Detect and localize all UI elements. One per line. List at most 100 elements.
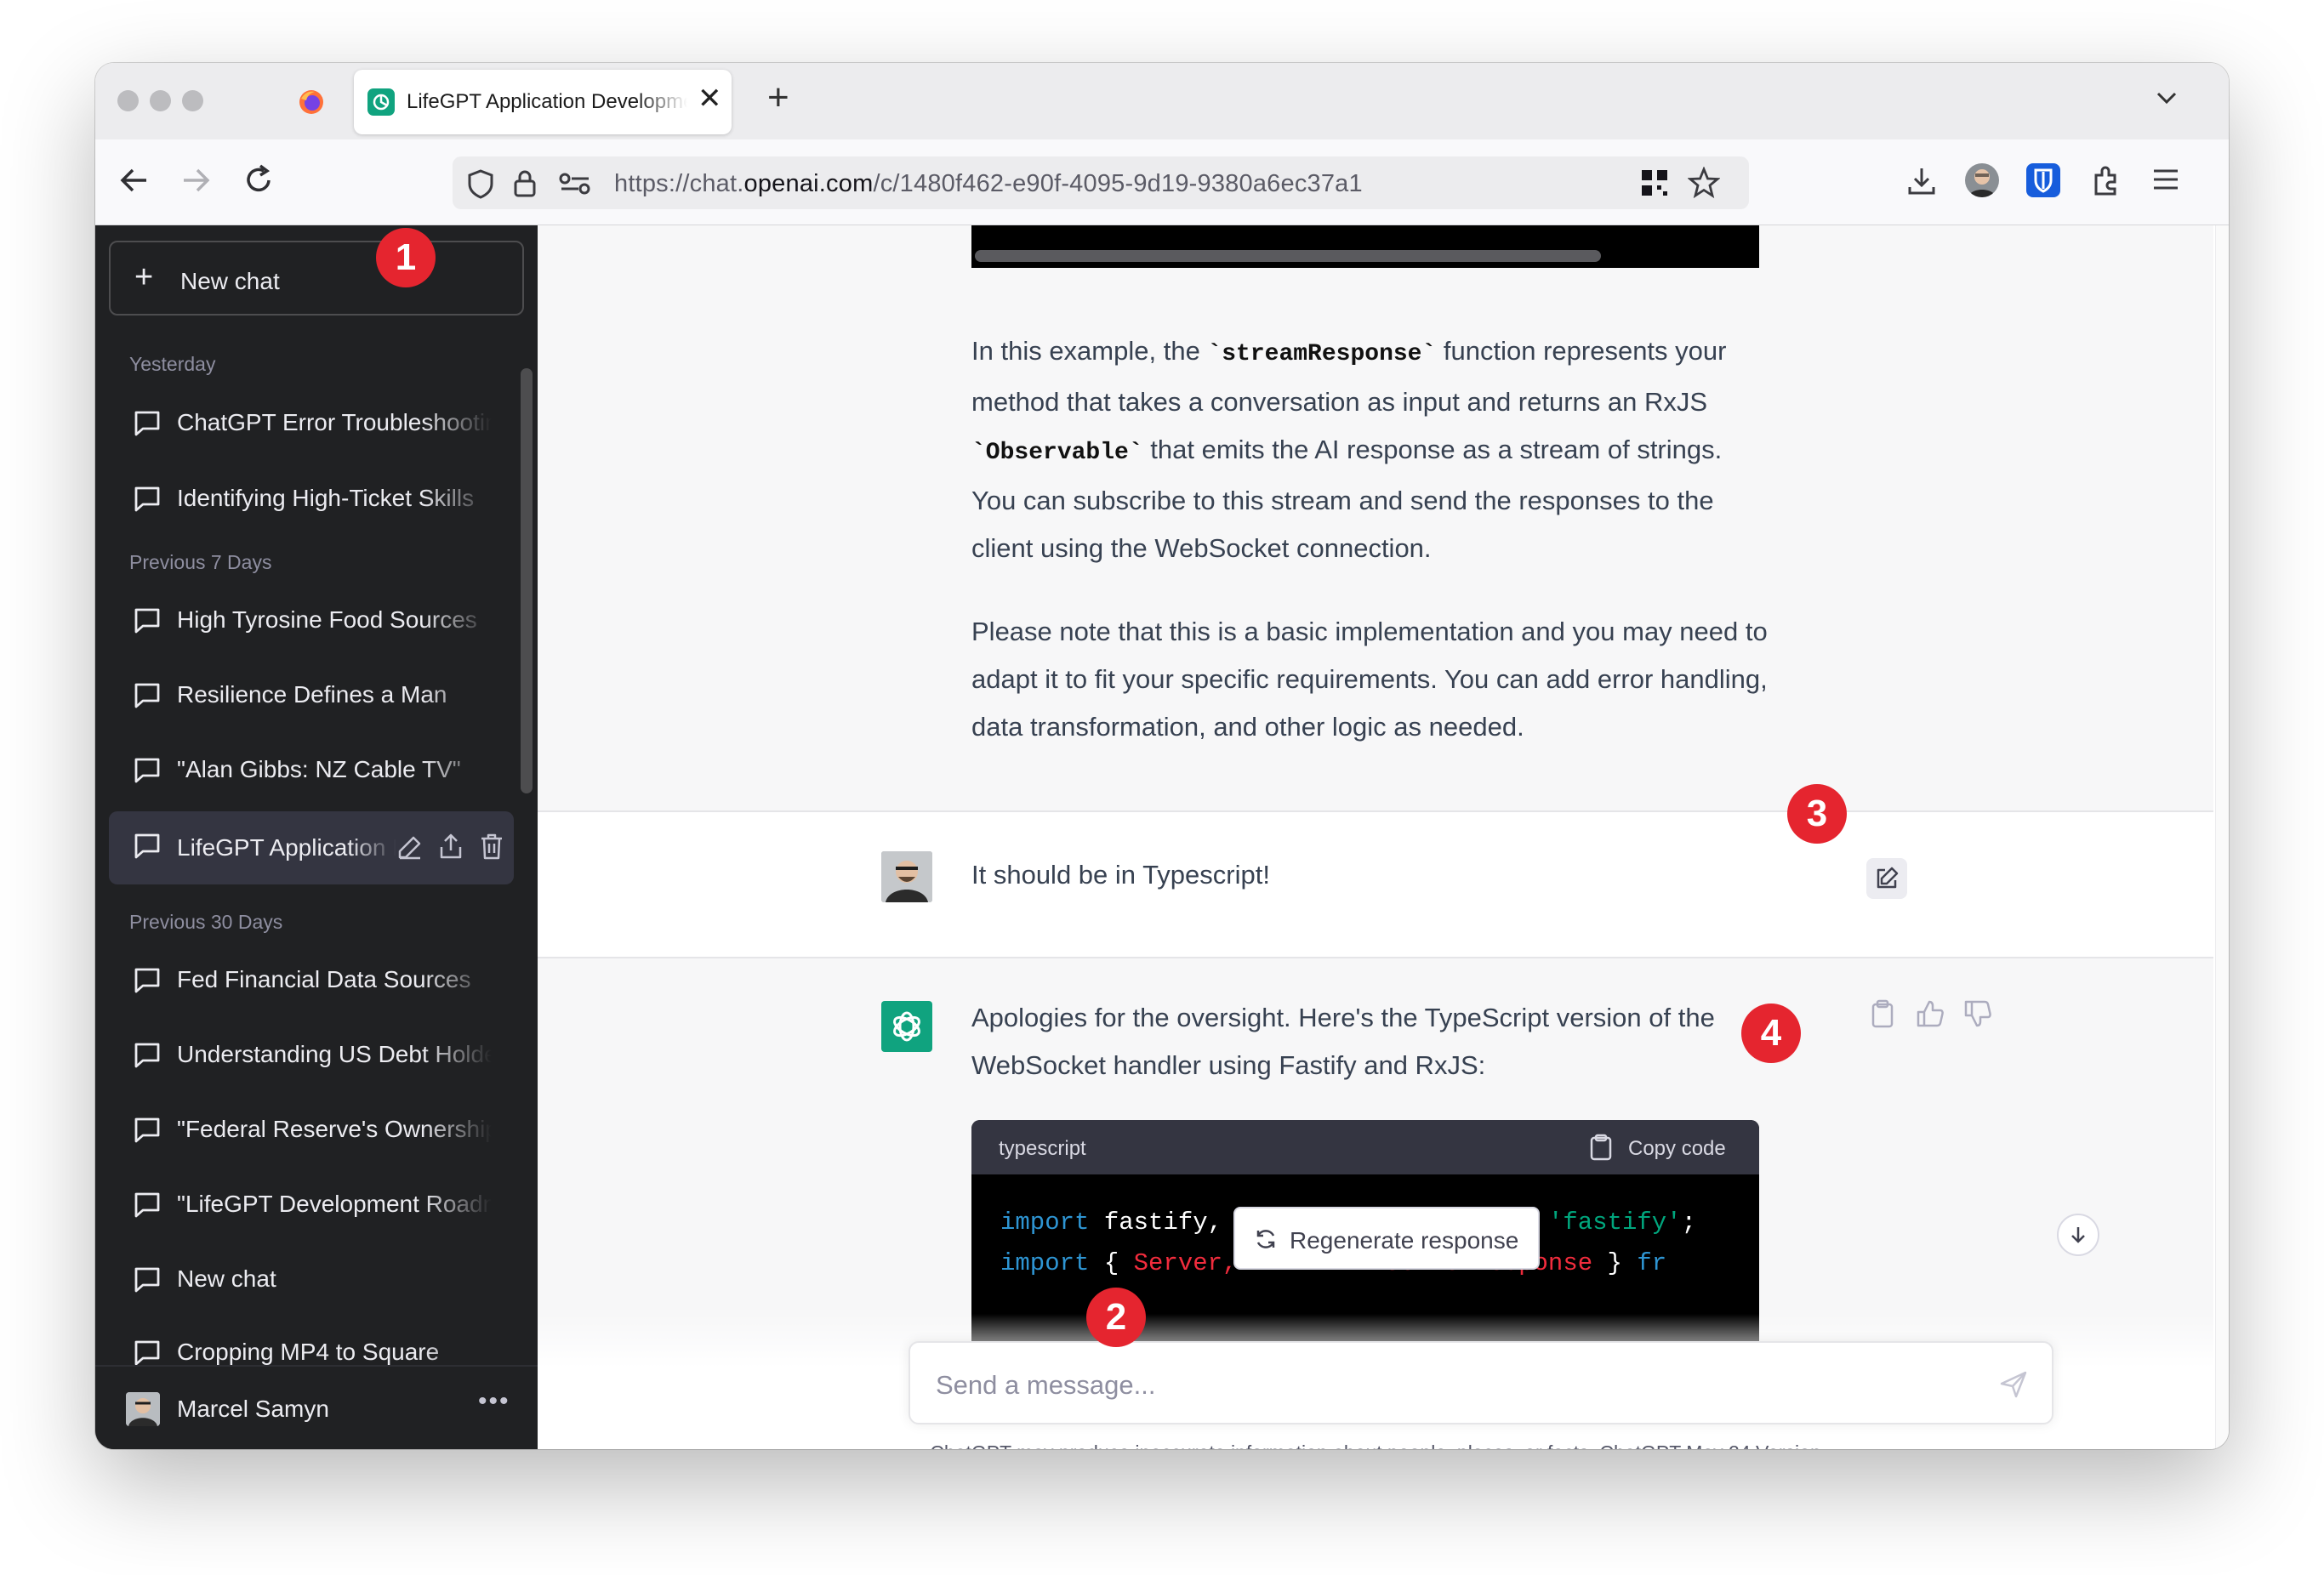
sidebar-chat-label: New chat bbox=[177, 1265, 276, 1292]
content-scrollbar-track[interactable] bbox=[2215, 225, 2229, 1449]
sidebar-chat-item[interactable]: New chat bbox=[109, 1245, 514, 1313]
user-name: Marcel Samyn bbox=[177, 1396, 329, 1422]
sidebar-chat-label: Fed Financial Data Sources bbox=[177, 966, 471, 992]
copy-code-label: Copy code bbox=[1628, 1137, 1726, 1160]
assistant-paragraph-1: In this example, the `streamResponse` fu… bbox=[971, 336, 1727, 563]
sidebar-chat-item[interactable]: Fed Financial Data Sources bbox=[109, 946, 514, 1014]
sidebar-chat-item[interactable]: ChatGPT Error Troubleshooting bbox=[109, 389, 514, 457]
menu-hamburger-icon[interactable] bbox=[2150, 167, 2181, 196]
assistant-response-text: Apologies for the oversight. Here's the … bbox=[971, 1003, 1715, 1080]
arrow-down-icon bbox=[2071, 1227, 2085, 1243]
annotation-badge: 1 bbox=[376, 228, 436, 287]
tab-bar: LifeGPT Application Development ✕ + bbox=[95, 63, 2229, 139]
back-icon[interactable] bbox=[116, 162, 153, 203]
sidebar-chat-item[interactable]: Cropping MP4 to Square bbox=[109, 1318, 514, 1365]
message-input[interactable]: Send a message... bbox=[909, 1341, 2053, 1424]
new-tab-icon[interactable]: + bbox=[767, 77, 789, 119]
chat-bubble-icon bbox=[134, 968, 160, 993]
sidebar-chat-item[interactable]: High Tyrosine Food Sources bbox=[109, 586, 514, 654]
chat-bubble-icon bbox=[134, 486, 160, 512]
extensions-icon[interactable] bbox=[2089, 163, 2123, 202]
send-icon[interactable] bbox=[1999, 1370, 2028, 1399]
sidebar-scrollbar[interactable] bbox=[521, 368, 533, 793]
openai-logo-icon bbox=[881, 1001, 932, 1052]
edit-icon bbox=[1877, 867, 1899, 889]
permissions-icon[interactable] bbox=[558, 172, 592, 200]
sidebar-chat-item[interactable]: "LifeGPT Development Roadmap" bbox=[109, 1170, 514, 1238]
plus-icon: + bbox=[134, 259, 154, 295]
user-message-text: It should be in Typescript! bbox=[971, 860, 1270, 890]
regenerate-label: Regenerate response bbox=[1290, 1227, 1519, 1254]
tab-title: LifeGPT Application Development bbox=[407, 90, 687, 113]
sidebar-chat-label: "Federal Reserve's Ownership" bbox=[177, 1116, 492, 1142]
chat-bubble-icon bbox=[134, 608, 160, 634]
chat-bubble-icon bbox=[134, 1267, 160, 1293]
chat-bubble-icon bbox=[134, 683, 160, 708]
account-avatar[interactable] bbox=[1965, 163, 1999, 197]
sidebar-chat-label: Identifying High-Ticket Skills bbox=[177, 485, 475, 511]
user-avatar bbox=[126, 1392, 160, 1426]
sidebar-chat-label: "LifeGPT Development Roadmap" bbox=[177, 1191, 492, 1217]
thumbs-down-icon[interactable] bbox=[1963, 999, 1992, 1028]
code-language-label: typescript bbox=[999, 1137, 1086, 1160]
user-account-bar[interactable]: Marcel Samyn ••• bbox=[95, 1365, 538, 1449]
tab-active[interactable]: LifeGPT Application Development ✕ bbox=[354, 70, 732, 134]
sidebar-chat-label: "Alan Gibbs: NZ Cable TV" bbox=[177, 756, 461, 782]
sidebar-chat-item[interactable]: "Alan Gibbs: NZ Cable TV" bbox=[109, 736, 514, 804]
url-text[interactable]: https://chat.openai.com/c/1480f462-e90f-… bbox=[614, 170, 1363, 198]
chat-bubble-icon bbox=[134, 1117, 160, 1143]
address-bar[interactable]: https://chat.openai.com/c/1480f462-e90f-… bbox=[453, 156, 1749, 209]
regenerate-response-button[interactable]: Regenerate response bbox=[1233, 1207, 1540, 1270]
regenerate-icon bbox=[1256, 1230, 1275, 1248]
group-label-previous-30-days: Previous 30 Days bbox=[129, 911, 283, 933]
chat-bubble-icon bbox=[134, 758, 160, 783]
reload-icon[interactable] bbox=[240, 162, 277, 203]
code-horizontal-scrollbar[interactable] bbox=[975, 250, 1601, 262]
version-link[interactable]: ChatGPT May 24 Version bbox=[1599, 1441, 1820, 1449]
tab-list-chevron-icon[interactable] bbox=[2154, 85, 2179, 115]
edit-message-button[interactable] bbox=[1866, 858, 1907, 899]
firefox-icon[interactable] bbox=[298, 88, 325, 116]
new-chat-button[interactable]: + New chat bbox=[109, 241, 524, 316]
sidebar-chat-item[interactable]: Understanding US Debt Holders bbox=[109, 1021, 514, 1089]
sidebar-chat-label: ChatGPT Error Troubleshooting bbox=[177, 409, 492, 435]
chat-bubble-icon bbox=[134, 1192, 160, 1218]
user-message-avatar bbox=[881, 851, 932, 902]
lock-icon[interactable] bbox=[512, 168, 538, 203]
sidebar-chat-item[interactable]: Resilience Defines a Man bbox=[109, 661, 514, 729]
bitwarden-icon[interactable] bbox=[2026, 163, 2060, 197]
navigation-toolbar: https://chat.openai.com/c/1480f462-e90f-… bbox=[95, 139, 2229, 225]
window-minimize-button[interactable] bbox=[150, 90, 171, 111]
annotation-badge: 4 bbox=[1741, 1004, 1801, 1063]
edit-pencil-icon[interactable] bbox=[396, 833, 424, 861]
chat-bubble-icon bbox=[134, 1340, 160, 1365]
conversation-area: In this example, the `streamResponse` fu… bbox=[538, 225, 2229, 1449]
assistant-paragraph-2: Please note that this is a basic impleme… bbox=[971, 617, 1768, 742]
downloads-icon[interactable] bbox=[1905, 165, 1938, 202]
sidebar-chat-item-active[interactable]: LifeGPT Application Development bbox=[109, 811, 514, 884]
sidebar-chat-item[interactable]: "Federal Reserve's Ownership" bbox=[109, 1095, 514, 1163]
forward-icon[interactable] bbox=[177, 162, 214, 203]
chat-bubble-icon bbox=[134, 411, 160, 436]
qr-code-icon[interactable] bbox=[1640, 168, 1669, 202]
tab-close-icon[interactable]: ✕ bbox=[698, 82, 722, 116]
window-zoom-button[interactable] bbox=[182, 90, 203, 111]
disclaimer: ChatGPT may produce inaccurate informati… bbox=[538, 1441, 2213, 1449]
window-close-button[interactable] bbox=[117, 90, 139, 111]
sidebar-chat-label: LifeGPT Application Development bbox=[177, 834, 396, 861]
shield-icon[interactable] bbox=[466, 168, 495, 203]
sidebar-chat-item[interactable]: Identifying High-Ticket Skills bbox=[109, 464, 514, 532]
copy-code-button[interactable]: Copy code bbox=[1589, 1132, 1747, 1163]
share-icon[interactable] bbox=[437, 832, 464, 861]
sidebar: + New chat Yesterday ChatGPT Error Troub… bbox=[95, 225, 538, 1449]
group-label-yesterday: Yesterday bbox=[129, 353, 216, 375]
trash-icon[interactable] bbox=[478, 832, 505, 861]
thumbs-up-icon[interactable] bbox=[1916, 999, 1945, 1028]
copy-clipboard-icon[interactable] bbox=[1870, 999, 1895, 1028]
scroll-to-bottom-button[interactable] bbox=[2057, 1214, 2099, 1256]
sidebar-chat-label: Understanding US Debt Holders bbox=[177, 1041, 492, 1067]
assistant-message-block: In this example, the `streamResponse` fu… bbox=[538, 225, 2213, 812]
sidebar-chat-label: Cropping MP4 to Square bbox=[177, 1339, 440, 1365]
more-options-icon[interactable]: ••• bbox=[478, 1387, 510, 1416]
bookmark-star-icon[interactable] bbox=[1687, 166, 1721, 203]
